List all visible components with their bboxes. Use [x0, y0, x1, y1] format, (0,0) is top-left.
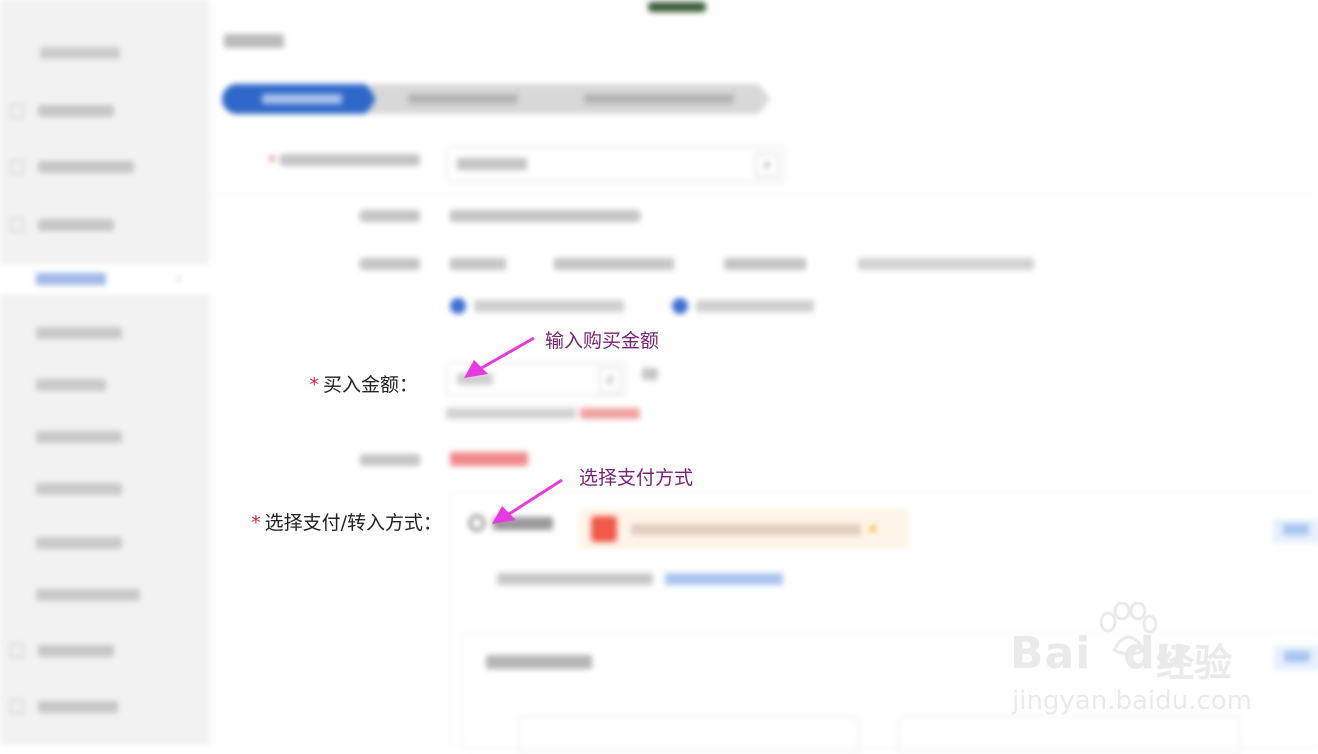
divider: [210, 194, 1318, 195]
amount-unit: [642, 368, 658, 384]
star-icon: ★: [867, 521, 879, 537]
payment-field-label: * 选择支付/转入方式：: [251, 512, 442, 534]
sidebar-subitem[interactable]: [36, 474, 196, 504]
sidebar-subitem[interactable]: [36, 422, 196, 452]
fund-select[interactable]: ▾: [446, 146, 786, 182]
fund-risk-value: [554, 256, 674, 274]
right-link[interactable]: [1273, 519, 1318, 543]
fund-status-value: [724, 256, 806, 274]
sidebar-item[interactable]: [10, 636, 200, 666]
sidebar-item-active[interactable]: ›: [0, 264, 210, 294]
magenta-arrow-icon: [464, 336, 535, 378]
fund-name-label: *: [250, 152, 420, 170]
annotation-input-amount: 输入购买金额: [545, 330, 660, 352]
step-active[interactable]: [222, 84, 378, 114]
radio-icon: [469, 515, 485, 531]
watermark-url: jingyan.baidu.com: [1012, 686, 1252, 716]
payment-notice: ★: [579, 509, 909, 549]
annotation-select-payment: 选择支付方式: [579, 467, 694, 489]
fund-info-label: [330, 208, 420, 226]
sidebar-item[interactable]: [40, 38, 230, 68]
sidebar-item[interactable]: [10, 692, 200, 722]
fund-type-value: [450, 256, 506, 274]
progress-steps: [222, 84, 770, 114]
amount-field-label: * 买入金额：: [309, 374, 418, 396]
sidebar-item[interactable]: [10, 210, 200, 240]
sidebar-subitem[interactable]: [36, 528, 196, 558]
sidebar-subitem[interactable]: [36, 318, 196, 348]
sidebar: ›: [0, 0, 210, 745]
fee-label: [330, 452, 420, 470]
sidebar-subitem[interactable]: [36, 580, 196, 610]
radio-icon: [672, 298, 688, 314]
sidebar-subitem[interactable]: [36, 370, 196, 400]
step[interactable]: [544, 84, 770, 114]
amount-hint: [446, 408, 641, 423]
card-section-link[interactable]: [1274, 646, 1318, 670]
stepper-icon[interactable]: ⇵: [599, 367, 621, 393]
sidebar-item[interactable]: [10, 152, 200, 182]
card-section-title: [486, 654, 592, 673]
watermark-cn: 经验: [1156, 641, 1233, 685]
option-radio[interactable]: [450, 298, 624, 314]
option-radio[interactable]: [672, 298, 814, 314]
fund-date-value: [858, 256, 1034, 274]
step[interactable]: [368, 84, 554, 114]
chevron-down-icon: ▾: [755, 153, 779, 177]
fee-value: [450, 452, 528, 470]
chevron-right-icon: ›: [176, 271, 182, 287]
sidebar-item[interactable]: [10, 96, 200, 126]
limit-link[interactable]: [665, 573, 783, 589]
baidu-watermark: Bai du 经验 jingyan.baidu.com: [1010, 600, 1252, 720]
bank-logo-icon: [591, 516, 617, 542]
radio-icon: [450, 298, 466, 314]
bank-card-option[interactable]: [898, 716, 1240, 754]
magenta-arrow-icon: [492, 478, 563, 524]
page-title: [224, 32, 284, 53]
fund-info-value: [450, 208, 640, 226]
bank-card-option[interactable]: [518, 716, 860, 754]
limit-text: [497, 573, 783, 589]
fund-type-label: [330, 256, 420, 274]
